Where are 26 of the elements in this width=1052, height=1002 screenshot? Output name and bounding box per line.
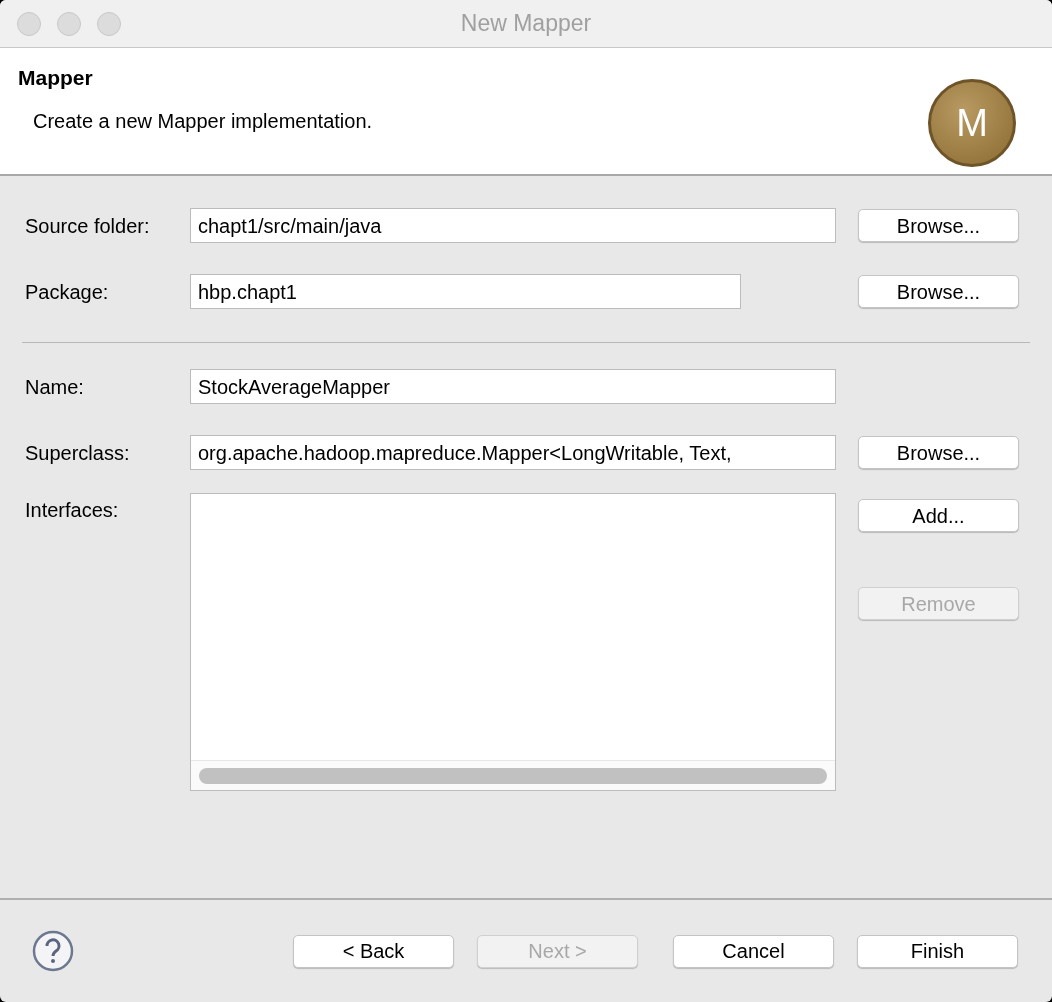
- zoom-window-button[interactable]: [97, 11, 121, 36]
- dialog-button[interactable]: Finish: [857, 934, 1018, 968]
- help-icon[interactable]: [32, 930, 74, 972]
- input-field[interactable]: org.apache.hadoop.mapreduce.Mapper<LongWritable, Text,: [190, 435, 836, 470]
- close-window-button[interactable]: [17, 11, 41, 36]
- dialog-button[interactable]: < Back: [293, 934, 454, 968]
- field-label: Superclass:: [24, 440, 131, 466]
- input-field[interactable]: chapt1/src/main/java: [190, 208, 836, 243]
- input-field[interactable]: StockAverageMapper: [190, 369, 836, 404]
- page-description: Create a new Mapper implementation.: [32, 108, 373, 134]
- window-title: New Mapper: [460, 9, 592, 39]
- dialog-button[interactable]: Add...: [858, 499, 1019, 532]
- horizontal-scrollbar[interactable]: [199, 767, 827, 784]
- dialog-button[interactable]: Browse...: [858, 275, 1019, 308]
- field-label: Name:: [24, 374, 85, 400]
- field-label: Source folder:: [24, 213, 151, 239]
- page-title: Mapper: [18, 65, 94, 91]
- field-label: Package:: [24, 279, 110, 305]
- dialog-button[interactable]: Browse...: [858, 436, 1019, 469]
- dialog-button[interactable]: Browse...: [858, 209, 1019, 242]
- field-label: Interfaces:: [24, 498, 120, 523]
- mapper-badge-icon: M: [928, 79, 1016, 167]
- minimize-window-button[interactable]: [57, 11, 81, 36]
- input-field[interactable]: hbp.chapt1: [190, 274, 741, 309]
- dialog-button[interactable]: Cancel: [673, 934, 834, 968]
- interfaces-list[interactable]: [190, 493, 836, 791]
